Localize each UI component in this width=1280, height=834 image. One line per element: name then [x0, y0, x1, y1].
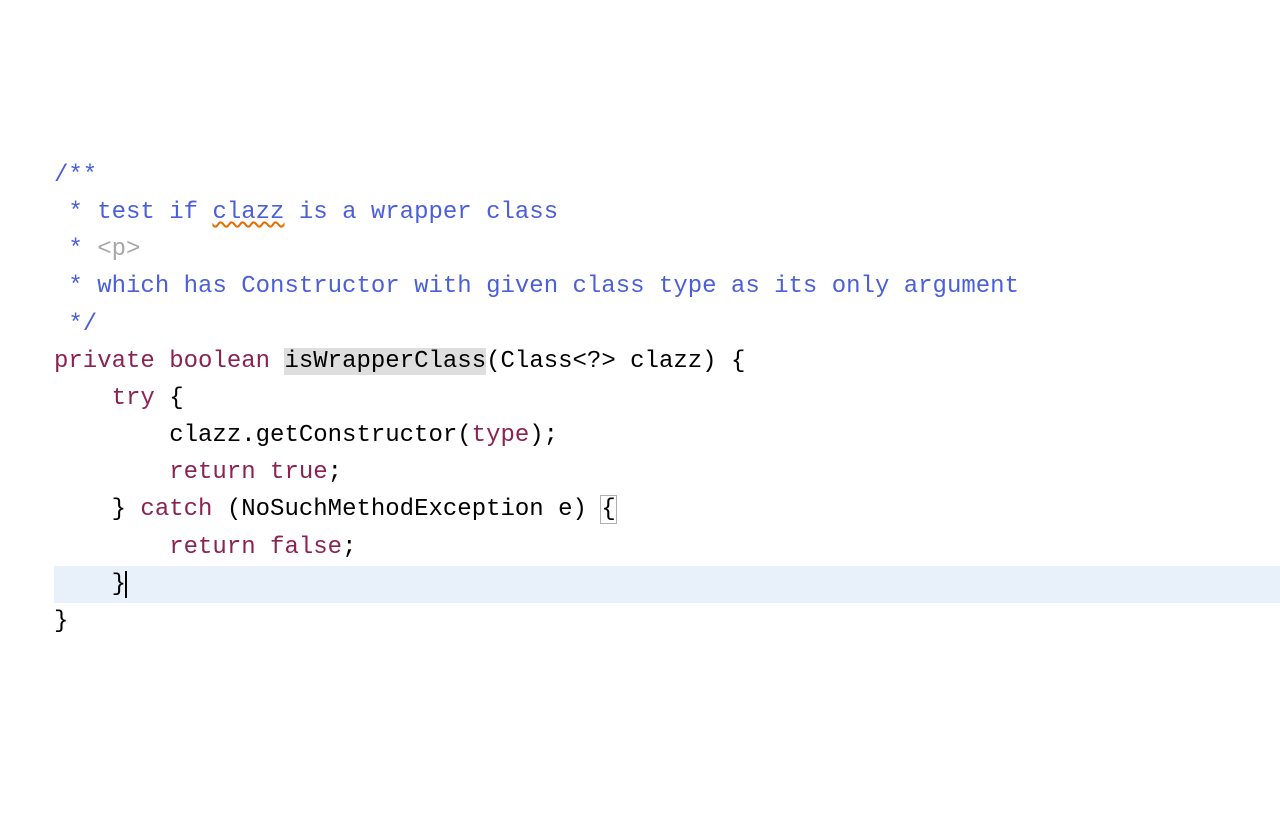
paren-open: (: [212, 496, 241, 523]
code-line: return true;: [54, 454, 1280, 491]
semicolon: ;: [342, 534, 356, 561]
code-line: /**: [54, 157, 1280, 194]
comment-prefix: *: [54, 199, 97, 226]
comment-prefix: *: [54, 273, 97, 300]
comment-open: /**: [54, 162, 97, 189]
keyword-private: private: [54, 348, 155, 375]
param-name: clazz: [630, 348, 702, 375]
stmt-end: );: [529, 422, 558, 449]
code-line: }: [54, 603, 1280, 640]
keyword-return: return: [169, 534, 255, 561]
javadoc-tag: <p>: [97, 236, 140, 263]
code-line: * which has Constructor with given class…: [54, 268, 1280, 305]
arg-type: type: [472, 422, 530, 449]
code-line: */: [54, 306, 1280, 343]
paren-close: ): [573, 496, 602, 523]
comment-prefix: *: [54, 236, 97, 263]
brace-open: {: [155, 385, 184, 412]
brace-close: }: [112, 496, 126, 523]
brace-close: }: [112, 571, 126, 598]
type-class: Class: [501, 348, 573, 375]
code-line: * test if clazz is a wrapper class: [54, 194, 1280, 231]
code-line: clazz.getConstructor(type);: [54, 417, 1280, 454]
code-line: return false;: [54, 529, 1280, 566]
keyword-return: return: [169, 459, 255, 486]
keyword-try: try: [112, 385, 155, 412]
literal-false: false: [270, 534, 342, 561]
brace-open-matched: {: [601, 496, 615, 523]
comment-text: which has Constructor with given class t…: [97, 273, 1019, 300]
code-line: private boolean isWrapperClass(Class<?> …: [54, 343, 1280, 380]
spellcheck-word[interactable]: clazz: [212, 199, 284, 226]
semicolon: ;: [328, 459, 342, 486]
exception-decl: NoSuchMethodException e: [241, 496, 572, 523]
code-line: } catch (NoSuchMethodException e) {: [54, 491, 1280, 528]
brace-close: }: [54, 608, 68, 635]
brace-open: {: [717, 348, 746, 375]
code-line-current: }: [54, 566, 1280, 603]
keyword-catch: catch: [140, 496, 212, 523]
generic-wildcard: <?>: [573, 348, 616, 375]
text-cursor: [125, 571, 127, 597]
code-line: * <p>: [54, 231, 1280, 268]
method-call: clazz.getConstructor(: [169, 422, 471, 449]
comment-close: */: [54, 311, 97, 338]
paren-close: ): [702, 348, 716, 375]
keyword-boolean: boolean: [169, 348, 270, 375]
method-name: isWrapperClass: [284, 348, 486, 375]
code-line: try {: [54, 380, 1280, 417]
paren-open: (: [486, 348, 500, 375]
code-editor[interactable]: /** * test if clazz is a wrapper class *…: [54, 157, 1280, 640]
literal-true: true: [270, 459, 328, 486]
comment-text: test if: [97, 199, 212, 226]
comment-text: is a wrapper class: [284, 199, 558, 226]
